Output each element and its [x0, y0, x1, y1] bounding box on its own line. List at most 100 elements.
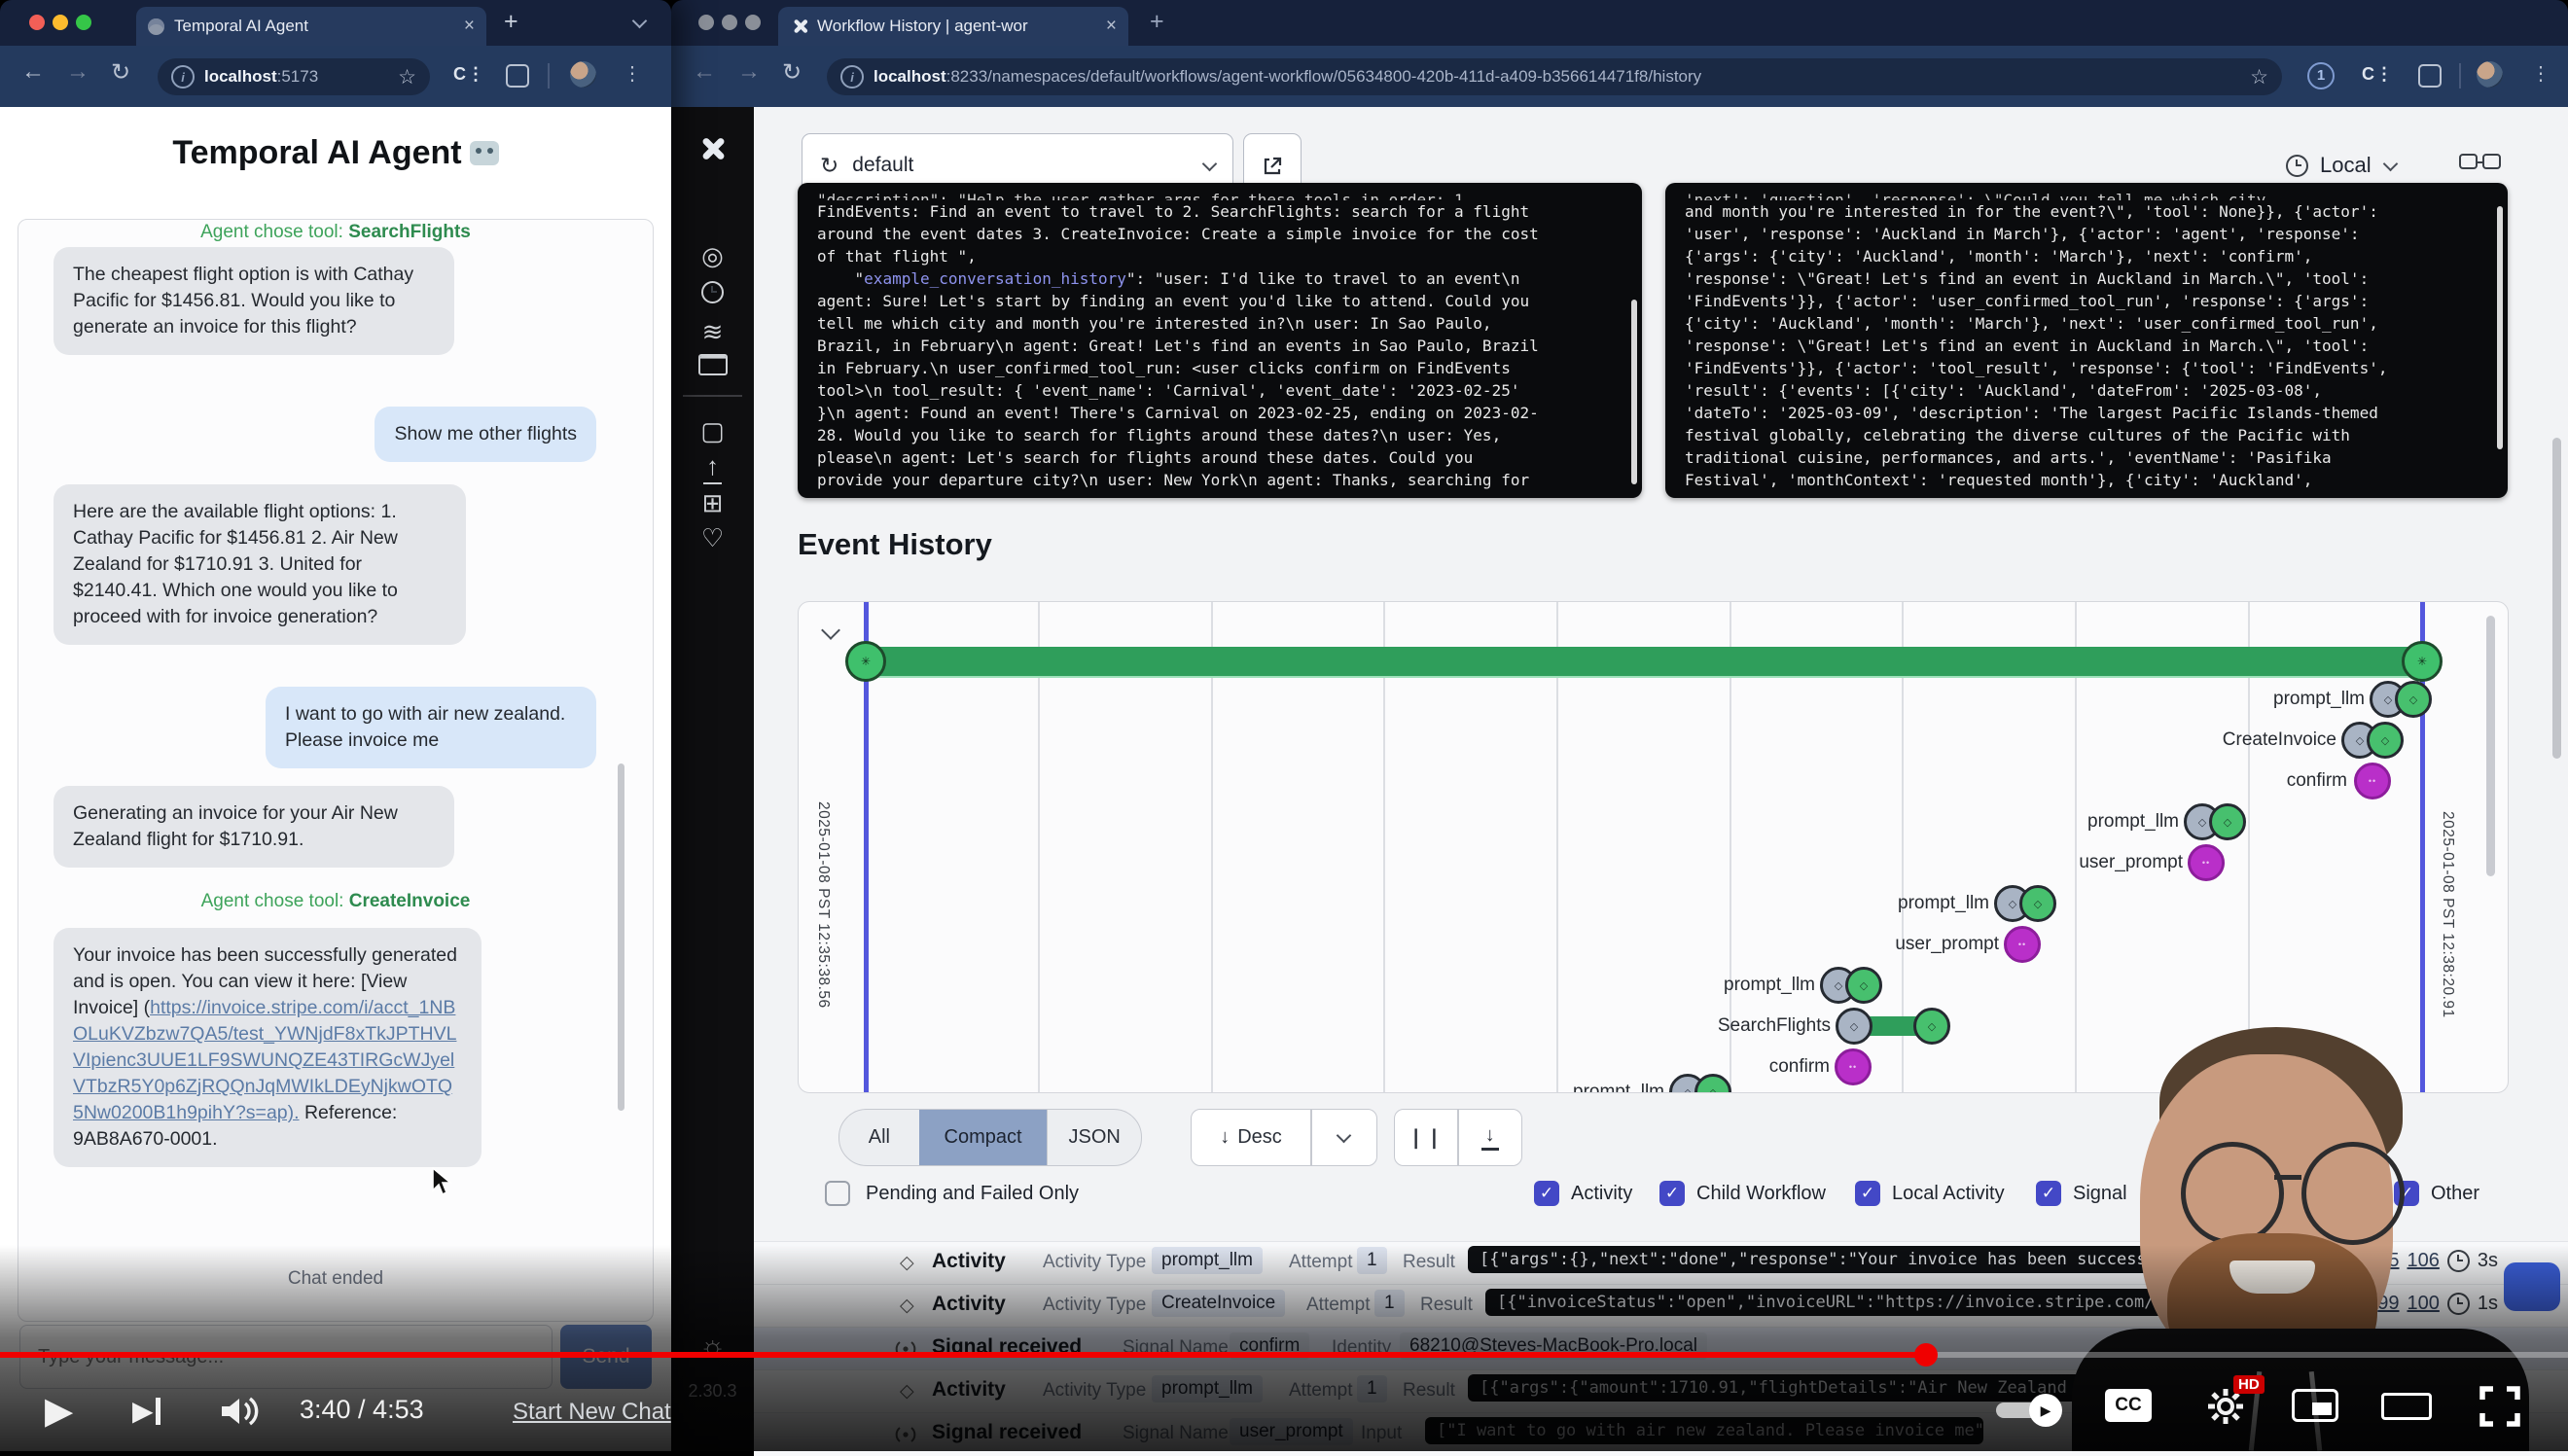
miniplayer-button[interactable]	[2292, 1389, 2338, 1422]
namespace-icon: ↻	[820, 153, 838, 179]
namespace-value: default	[852, 154, 913, 177]
signal-checkbox[interactable]: ✓	[2036, 1181, 2061, 1206]
profile-avatar[interactable]	[570, 61, 596, 88]
clipchamp-extension-icon[interactable]: C⋮	[453, 64, 485, 85]
nav-archive-icon[interactable]	[671, 352, 754, 382]
start-new-chat-link[interactable]: Start New Chat	[513, 1399, 671, 1426]
chat-history-panel[interactable]: Agent chose tool: SearchFlights The chea…	[18, 219, 654, 1322]
reload-button[interactable]: ↻	[111, 58, 130, 87]
clock-icon	[2286, 155, 2308, 177]
tab-search-chevron-icon[interactable]	[632, 14, 648, 29]
url-rest: :8233/namespaces/default/workflows/agent…	[946, 67, 1702, 86]
new-tab-button[interactable]: +	[1150, 8, 1164, 36]
captions-button[interactable]: CC	[2105, 1389, 2152, 1422]
workflow-start-marker[interactable]: ✳	[845, 641, 886, 682]
workflow-result-panel[interactable]: 'next': 'question', 'response': \"Could …	[1665, 183, 2508, 498]
robot-icon	[470, 141, 499, 165]
nav-monitor-plus-icon[interactable]: ⊞	[671, 488, 754, 518]
extensions-puzzle-icon[interactable]	[2418, 64, 2442, 88]
pause-download-buttons: ❘❘ ↓	[1394, 1109, 1522, 1166]
view-json-button[interactable]: JSON	[1047, 1110, 1141, 1165]
tool-choice-label: Agent chose tool: SearchFlights	[18, 222, 653, 243]
collapse-chevron-icon[interactable]	[821, 621, 840, 640]
browser-menu-icon[interactable]: ⋮	[623, 61, 643, 86]
pause-updates-button[interactable]: ❘❘	[1395, 1110, 1457, 1165]
pending-failed-checkbox[interactable]	[825, 1181, 850, 1206]
sort-options-chevron[interactable]	[1312, 1110, 1376, 1165]
labs-mode-glasses-icon[interactable]	[2459, 154, 2501, 174]
new-tab-button[interactable]: +	[504, 8, 518, 36]
tool-choice-label: Agent chose tool: CreateInvoice	[18, 891, 653, 912]
panel-scrollbar[interactable]	[1631, 300, 1637, 484]
minimize-window-button[interactable]	[53, 15, 68, 30]
nav-heart-icon[interactable]: ♡	[671, 523, 754, 553]
right-tab-strip: Workflow History | agent-wor × +	[671, 0, 2568, 46]
password-manager-icon[interactable]: 1	[2307, 62, 2335, 89]
nav-stack-icon[interactable]: ≋	[671, 317, 754, 347]
view-compact-button[interactable]: Compact	[919, 1110, 1048, 1165]
nav-divider	[683, 395, 742, 397]
bookmark-star-icon[interactable]: ☆	[2250, 65, 2268, 89]
child-workflow-checkbox[interactable]: ✓	[1659, 1181, 1685, 1206]
clipchamp-extension-icon[interactable]: C⋮	[2362, 64, 2394, 85]
next-button[interactable]: ▶	[132, 1395, 160, 1427]
back-button[interactable]: ←	[693, 58, 716, 86]
bookmark-star-icon[interactable]: ☆	[398, 65, 416, 89]
video-control-bar: ▶ ▶ 3:40 / 4:53 Start New Chat ▶ CC HD	[0, 1381, 2568, 1451]
activity-checkbox[interactable]: ✓	[1534, 1181, 1559, 1206]
theater-mode-button[interactable]	[2381, 1393, 2432, 1420]
close-window-button[interactable]	[698, 15, 714, 30]
minimize-window-button[interactable]	[722, 15, 737, 30]
address-bar[interactable]: i localhost:5173 ☆	[158, 58, 430, 95]
workflow-duration-bar[interactable]	[866, 647, 2422, 676]
site-info-icon[interactable]: i	[840, 65, 864, 89]
tab-close-icon[interactable]: ×	[464, 16, 475, 37]
nav-schedules-icon[interactable]	[671, 280, 754, 310]
chat-scrollbar[interactable]	[618, 764, 624, 1111]
agent-message: Here are the available flight options: 1…	[54, 484, 466, 645]
timeline-scrollbar[interactable]	[2486, 616, 2495, 876]
agent-message: Generating an invoice for your Air New Z…	[54, 786, 454, 868]
forward-button[interactable]: →	[66, 58, 89, 86]
reload-button[interactable]: ↻	[782, 58, 802, 87]
page-scrollbar[interactable]	[2552, 438, 2561, 759]
back-button[interactable]: ←	[21, 58, 45, 86]
fullscreen-button[interactable]	[2479, 1385, 2521, 1428]
right-url-toolbar: ← → ↻ i localhost:8233/namespaces/defaul…	[671, 46, 2568, 107]
timezone-select[interactable]: Local	[2286, 144, 2396, 187]
local-activity-checkbox[interactable]: ✓	[1855, 1181, 1880, 1206]
toolbar-divider	[548, 63, 550, 89]
user-message: Show me other flights	[374, 407, 596, 462]
play-button[interactable]: ▶	[45, 1389, 73, 1433]
tab-temporal-ai-agent[interactable]: Temporal AI Agent ×	[136, 7, 486, 46]
panel-scrollbar[interactable]	[2497, 206, 2503, 449]
workflow-end-marker[interactable]: ✳	[2402, 641, 2443, 682]
view-all-button[interactable]: All	[839, 1110, 919, 1165]
nav-cube-icon[interactable]: ▢	[671, 416, 754, 446]
browser-menu-icon[interactable]: ⋮	[2531, 61, 2551, 86]
forward-button[interactable]: →	[737, 58, 761, 86]
site-info-icon[interactable]: i	[171, 65, 195, 89]
address-bar[interactable]: i localhost:8233/namespaces/default/work…	[827, 58, 2282, 95]
close-window-button[interactable]	[29, 15, 45, 30]
url-rest: :5173	[277, 67, 319, 86]
nav-workflows-icon[interactable]: ◎	[671, 241, 754, 271]
nav-upload-icon[interactable]: ↑	[671, 451, 754, 481]
event-history-title: Event History	[798, 527, 992, 562]
tab-workflow-history[interactable]: Workflow History | agent-wor ×	[778, 7, 1128, 46]
workflow-input-panel[interactable]: "description": "Help the user gather arg…	[798, 183, 1642, 498]
presenter-glasses-left	[2181, 1142, 2284, 1245]
zoom-window-button[interactable]	[76, 15, 91, 30]
download-history-button[interactable]: ↓	[1459, 1110, 1521, 1165]
extensions-puzzle-icon[interactable]	[506, 64, 529, 88]
video-playhead[interactable]	[1914, 1343, 1938, 1367]
hd-quality-badge: HD	[2233, 1375, 2265, 1394]
sort-desc-button[interactable]: ↓Desc	[1192, 1110, 1310, 1165]
volume-icon[interactable]	[220, 1395, 265, 1428]
temporal-logo-icon[interactable]	[671, 134, 754, 170]
profile-avatar[interactable]	[2477, 61, 2503, 88]
tab-close-icon[interactable]: ×	[1106, 16, 1117, 37]
timeline-start-timestamp: 2025-01-08 PST 12:35:38.56	[814, 801, 832, 1009]
zoom-window-button[interactable]	[745, 15, 761, 30]
autoplay-toggle[interactable]: ▶	[1996, 1403, 2058, 1418]
